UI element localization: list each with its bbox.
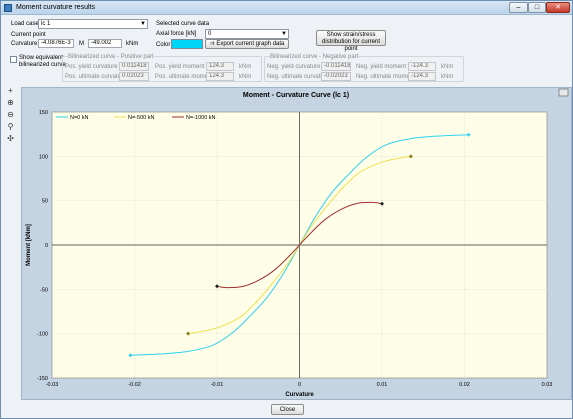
curvature-label: Curvature — [11, 41, 38, 47]
close-button[interactable]: Close — [271, 404, 304, 415]
chevron-down-icon: ▼ — [140, 21, 146, 27]
pos-yield-moment-unit: kNm — [239, 64, 252, 70]
camera-icon — [558, 88, 569, 97]
x-tick-label: -0.03 — [46, 382, 59, 388]
export-graph-button[interactable]: ⇉ Export current graph data — [205, 39, 289, 49]
pos-yield-curvature-field: 0.011418 — [119, 62, 149, 71]
color-label: Color — [156, 42, 171, 48]
load-case-select[interactable]: lc 1 ▼ — [38, 19, 148, 29]
y-tick-label: 0 — [45, 243, 48, 249]
moment-curvature-window: Moment curvature results – □ ✕ Load case… — [0, 0, 573, 419]
neg-yield-curvature-label: Neg. yield curvature — [267, 64, 321, 70]
chevron-down-icon: ▼ — [281, 31, 287, 37]
app-icon — [4, 4, 12, 12]
export-icon: ⇉ — [209, 41, 215, 47]
strain-button-line1: Show strain/stress — [326, 32, 376, 38]
neg-ultimate-curvature-label: Neg. ultimate curvature — [267, 74, 330, 80]
neg-ultimate-moment-field: -124.3 — [408, 72, 436, 81]
zoom-in-icon[interactable]: ⊕ — [6, 99, 15, 108]
x-tick-label: 0 — [298, 382, 301, 388]
title-bar: Moment curvature results – □ ✕ — [1, 1, 572, 15]
neg-yield-moment-field: -124.3 — [408, 62, 436, 71]
pos-yield-moment-label: Pos. yield moment — [155, 64, 205, 70]
maximize-button[interactable]: □ — [528, 2, 546, 13]
pos-yield-curvature-label: Pos. yield curvature — [65, 64, 118, 70]
chart-title: Moment - Curvature Curve (lc 1) — [243, 92, 349, 99]
legend-entry: N=-500 kN — [128, 115, 154, 121]
crosshair-icon[interactable]: ✣ — [6, 135, 15, 144]
legend-entry: N=-1000 kN — [186, 115, 216, 121]
y-axis-label: Moment [kNm] — [26, 224, 32, 266]
pos-ultimate-moment-unit: kNm — [239, 74, 252, 80]
y-tick-label: -50 — [40, 287, 48, 293]
plus-icon[interactable]: + — [6, 87, 15, 96]
export-button-label: Export current graph data — [216, 41, 285, 47]
pos-ultimate-moment-label: Pos. ultimate moment — [155, 74, 214, 80]
x-tick-label: 0.01 — [377, 382, 388, 388]
y-tick-label: -100 — [37, 332, 48, 338]
bilinear-positive-header: Bilinearized curve - Positive part — [68, 54, 154, 60]
moment-field[interactable]: -49.002 — [88, 39, 122, 48]
strain-button-line2: distribution for current point — [321, 39, 381, 52]
x-tick-label: 0.03 — [542, 382, 553, 388]
x-axis-label: Curvature — [285, 392, 314, 398]
y-tick-label: 50 — [42, 199, 48, 205]
show-bilinear-label-1: Show equivalent — [19, 55, 64, 61]
x-tick-label: -0.01 — [211, 382, 224, 388]
bilinear-negative-header: Bilinearized curve - Negative part — [270, 54, 359, 60]
m-label: M — [79, 41, 84, 47]
maximize-icon: □ — [534, 4, 540, 11]
minimize-icon: – — [516, 4, 521, 11]
axial-force-value: 0 — [208, 31, 212, 37]
zoom-fit-icon[interactable]: ⚲ — [6, 123, 15, 132]
window-title: Moment curvature results — [16, 4, 95, 11]
y-tick-label: 100 — [39, 154, 48, 160]
zoom-out-icon[interactable]: ⊖ — [6, 111, 15, 120]
pos-ultimate-curvature-field: 0.02023 — [119, 72, 149, 81]
axial-force-label: Axial force [kN] — [156, 31, 197, 37]
axial-force-select[interactable]: 0 ▼ — [205, 29, 289, 39]
x-tick-label: -0.02 — [128, 382, 141, 388]
curvature-field[interactable]: -4.0876E-3 — [38, 39, 74, 48]
close-window-button[interactable]: ✕ — [546, 2, 570, 13]
m-unit-label: kNm — [126, 41, 139, 47]
show-bilinear-checkbox[interactable] — [10, 56, 17, 63]
pos-yield-moment-field: 124.3 — [206, 62, 234, 71]
load-case-value: lc 1 — [41, 21, 51, 27]
x-tick-label: 0.02 — [459, 382, 470, 388]
color-swatch[interactable] — [171, 39, 203, 49]
neg-ultimate-moment-unit: kNm — [441, 74, 454, 80]
close-icon: ✕ — [555, 4, 561, 11]
selected-curve-label: Selected curve data — [156, 21, 210, 27]
chart-panel: Moment - Curvature Curve (lc 1) -0.03 -0.0… — [21, 87, 572, 400]
y-tick-label: 150 — [39, 110, 48, 116]
neg-ultimate-curvature-field: -0.02023 — [321, 72, 351, 81]
pos-ultimate-moment-field: 124.3 — [206, 72, 234, 81]
current-point-label: Current point — [11, 32, 46, 38]
moment-curvature-chart[interactable]: Moment - Curvature Curve (lc 1) -0.03 -0.0… — [22, 88, 571, 399]
neg-yield-moment-label: Neg. yield moment — [356, 64, 407, 70]
neg-yield-curvature-field: -0.011418 — [321, 62, 351, 71]
close-button-label: Close — [279, 407, 296, 413]
legend-entry: N=0 kN — [70, 115, 89, 121]
load-case-label: Load case — [11, 21, 39, 27]
pos-ultimate-curvature-label: Pos. ultimate curvature — [65, 74, 127, 80]
neg-ultimate-moment-label: Neg. ultimate moment — [356, 74, 415, 80]
minimize-button[interactable]: – — [509, 2, 528, 13]
show-bilinear-label-2: bilinearized curve — [19, 62, 66, 68]
neg-yield-moment-unit: kNm — [441, 64, 454, 70]
show-strain-button[interactable]: Show strain/stress distribution for curr… — [316, 30, 386, 52]
y-tick-label: -150 — [37, 376, 48, 382]
